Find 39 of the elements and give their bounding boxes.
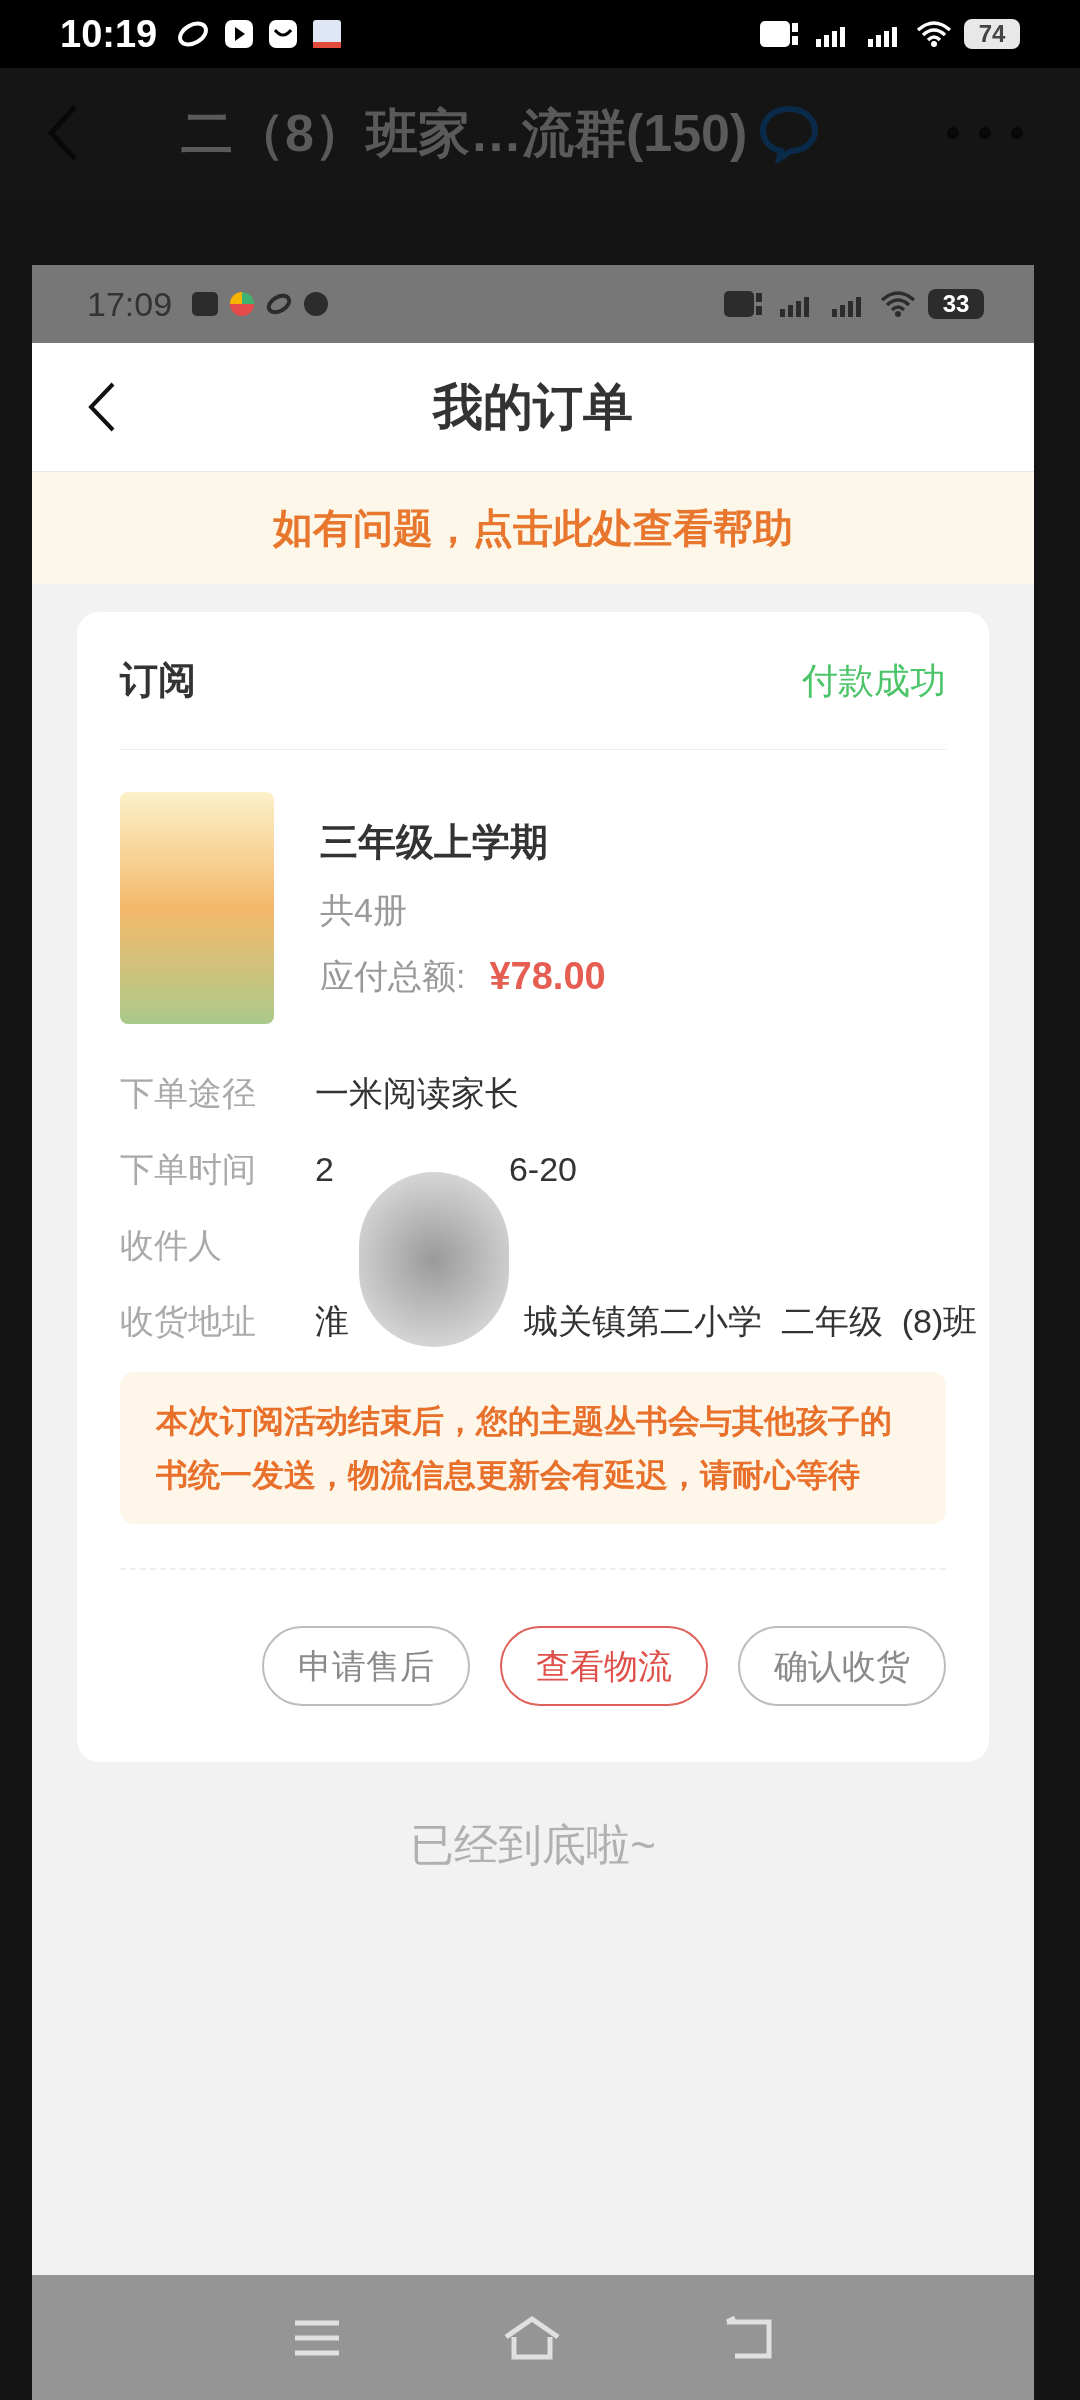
wifi-icon bbox=[916, 20, 952, 48]
back-icon[interactable] bbox=[723, 2315, 773, 2360]
wifi-icon bbox=[880, 290, 916, 318]
total-label: 应付总额: bbox=[320, 956, 466, 997]
battery-indicator: 33 bbox=[928, 289, 984, 319]
home-icon[interactable] bbox=[503, 2314, 561, 2361]
pinwheel-icon bbox=[230, 292, 255, 316]
detail-label: 下单时间 bbox=[120, 1148, 257, 1190]
play-icon bbox=[225, 20, 254, 48]
detail-value: 6-20 bbox=[508, 1148, 577, 1190]
battery-indicator: 74 bbox=[964, 19, 1020, 49]
hd-icon bbox=[724, 289, 764, 319]
hd-icon bbox=[760, 19, 800, 49]
back-button[interactable] bbox=[87, 381, 117, 433]
end-of-list-text: 已经到底啦~ bbox=[410, 1819, 656, 1871]
action-button[interactable]: 查看物流 bbox=[500, 1626, 708, 1706]
planet-icon bbox=[266, 291, 293, 317]
detail-label: 下单途径 bbox=[120, 1072, 257, 1114]
status-time: 10:19 bbox=[60, 11, 158, 57]
menu-icon[interactable] bbox=[293, 2318, 341, 2357]
detail-value: 一米阅读家长 bbox=[315, 1072, 519, 1114]
back-icon bbox=[87, 381, 117, 433]
detail-value: 城关镇第二小学 二年级 (8)班 bbox=[524, 1300, 978, 1342]
action-button[interactable]: 确认收货 bbox=[738, 1626, 946, 1706]
chat-title: 二（8）班家…流群(150) bbox=[181, 103, 748, 164]
detail-value: 2 bbox=[315, 1148, 334, 1190]
action-button[interactable]: 申请售后 bbox=[262, 1626, 470, 1706]
status-time: 17:09 bbox=[87, 283, 173, 325]
order-type: 订阅 bbox=[120, 658, 196, 703]
order-status: 付款成功 bbox=[802, 658, 946, 703]
detail-value: 淮 bbox=[315, 1300, 349, 1342]
help-banner[interactable]: 如有问题，点击此处查看帮助 bbox=[32, 472, 1034, 584]
page-title: 我的订单 bbox=[433, 377, 633, 437]
product-title: 三年级上学期 bbox=[320, 820, 549, 865]
detail-label: 收件人 bbox=[120, 1224, 223, 1266]
total-price: ¥78.00 bbox=[489, 954, 606, 999]
product-count: 共4册 bbox=[320, 890, 408, 931]
notice-box: 本次订阅活动结束后，您的主题丛书会与其他孩子的书统一发送，物流信息更新会有延迟，请耐心等待 bbox=[120, 1372, 946, 1524]
detail-label: 收货地址 bbox=[120, 1300, 257, 1342]
